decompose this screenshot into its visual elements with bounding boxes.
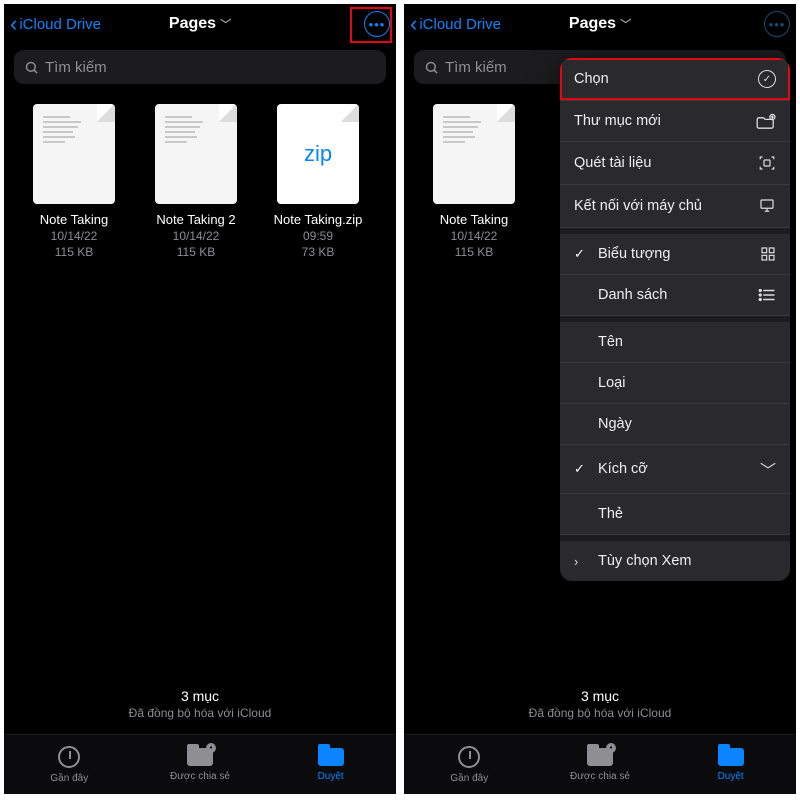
- clock-icon: [458, 746, 480, 768]
- grid-icon: [760, 246, 776, 262]
- screen-left: ‹ iCloud Drive Pages ﹀ ••• Tìm kiếm Note…: [4, 4, 396, 794]
- search-placeholder: Tìm kiếm: [45, 59, 107, 76]
- menu-view-icons[interactable]: Biểu tượng: [560, 234, 790, 275]
- scan-icon: [758, 154, 776, 172]
- new-folder-icon: [756, 113, 776, 129]
- more-button[interactable]: •••: [364, 11, 390, 37]
- menu-new-folder[interactable]: Thư mục mới: [560, 101, 790, 142]
- menu-sort-tags[interactable]: Thẻ: [560, 494, 790, 535]
- folder-title[interactable]: Pages ﹀: [169, 15, 231, 33]
- file-item[interactable]: zip Note Taking.zip 09:59 73 KB: [264, 104, 372, 259]
- menu-sort-date[interactable]: Ngày: [560, 404, 790, 445]
- zip-icon: zip: [304, 141, 332, 167]
- select-icon: ✓: [758, 70, 776, 88]
- list-icon: [758, 288, 776, 302]
- back-label: iCloud Drive: [19, 16, 101, 33]
- tab-browse[interactable]: Duyệt: [666, 748, 795, 782]
- folder-title[interactable]: Pages ﹀: [569, 15, 631, 33]
- search-input[interactable]: Tìm kiếm: [14, 50, 386, 84]
- tab-bar: Gần đây • Được chia sẻ Duyệt: [4, 734, 396, 794]
- file-grid: Note Taking 10/14/22 115 KB Note Taking …: [4, 94, 396, 259]
- screen-right: ‹ iCloud Drive Pages ﹀ ••• Tìm kiếm Note…: [404, 4, 796, 794]
- chevron-left-icon: ‹: [10, 13, 17, 35]
- footer-status: 3 mục Đã đồng bộ hóa với iCloud: [4, 688, 396, 720]
- menu-view-options[interactable]: ›Tùy chọn Xem: [560, 541, 790, 581]
- back-label: iCloud Drive: [419, 16, 501, 33]
- shared-folder-icon: •: [187, 748, 213, 766]
- chevron-left-icon: ‹: [410, 13, 417, 35]
- shared-folder-icon: •: [587, 748, 613, 766]
- menu-view-list[interactable]: Danh sách: [560, 275, 790, 316]
- tab-bar: Gần đây • Được chia sẻ Duyệt: [404, 734, 796, 794]
- tab-recent[interactable]: Gần đây: [405, 746, 534, 784]
- tab-browse[interactable]: Duyệt: [266, 748, 395, 782]
- file-item[interactable]: Note Taking 10/14/22 115 KB: [420, 104, 528, 259]
- search-placeholder: Tìm kiếm: [445, 59, 507, 76]
- clock-icon: [58, 746, 80, 768]
- menu-select[interactable]: Chọn ✓: [560, 58, 790, 101]
- chevron-down-icon: ﹀: [220, 16, 231, 32]
- more-menu: Chọn ✓ Thư mục mới Quét tài liệu Kết nối…: [560, 58, 790, 581]
- chevron-down-icon: ﹀: [760, 457, 776, 481]
- folder-icon: [318, 748, 344, 766]
- tab-shared[interactable]: • Được chia sẻ: [535, 748, 664, 782]
- tab-recent[interactable]: Gần đây: [5, 746, 134, 784]
- tab-shared[interactable]: • Được chia sẻ: [135, 748, 264, 782]
- menu-sort-kind[interactable]: Loại: [560, 363, 790, 404]
- file-item[interactable]: Note Taking 2 10/14/22 115 KB: [142, 104, 250, 259]
- navbar: ‹ iCloud Drive Pages ﹀ •••: [404, 4, 796, 44]
- menu-scan-documents[interactable]: Quét tài liệu: [560, 142, 790, 185]
- menu-sort-name[interactable]: Tên: [560, 322, 790, 363]
- search-icon: [24, 60, 39, 75]
- footer-status: 3 mục Đã đồng bộ hóa với iCloud: [404, 688, 796, 720]
- folder-icon: [718, 748, 744, 766]
- menu-connect-server[interactable]: Kết nối với máy chủ: [560, 185, 790, 228]
- server-icon: [758, 197, 776, 215]
- navbar: ‹ iCloud Drive Pages ﹀ •••: [4, 4, 396, 44]
- search-icon: [424, 60, 439, 75]
- more-button[interactable]: •••: [764, 11, 790, 37]
- file-item[interactable]: Note Taking 10/14/22 115 KB: [20, 104, 128, 259]
- chevron-down-icon: ﹀: [620, 16, 631, 32]
- menu-sort-size[interactable]: Kích cỡ ﹀: [560, 445, 790, 494]
